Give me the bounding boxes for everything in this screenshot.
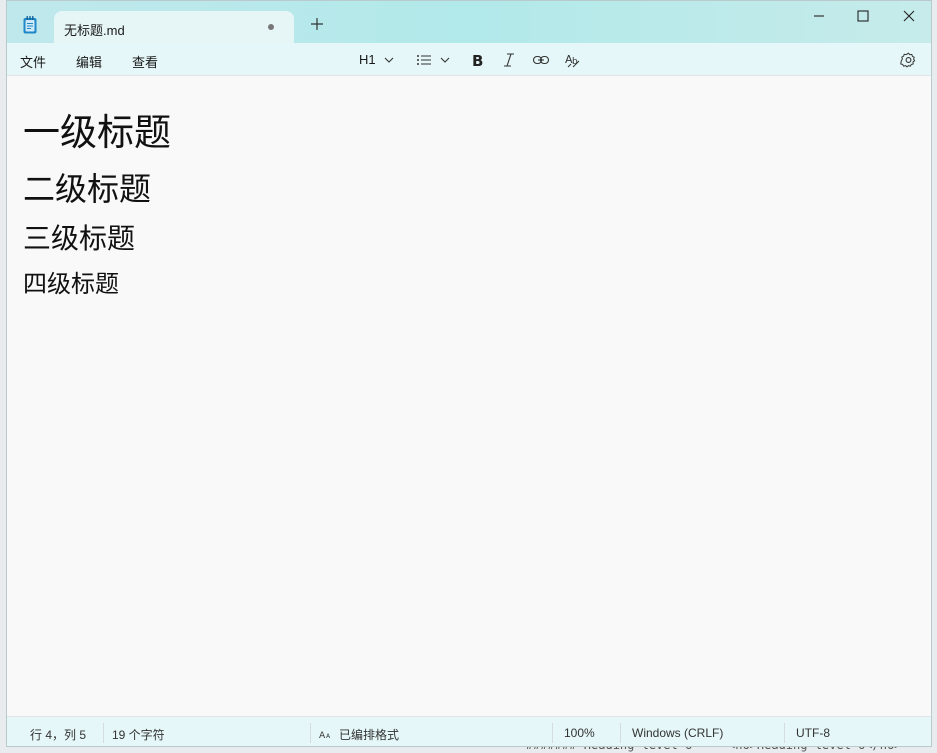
status-divider xyxy=(310,723,311,743)
notepad-app-icon xyxy=(23,16,37,34)
svg-text:A: A xyxy=(326,733,331,739)
notepad-window: 无标题.md 文件 编辑 查看 H1 B A b 一级标题 二级标题 三级标题 … xyxy=(6,0,932,747)
formatting-mode-toggle[interactable]: 已编排格式 xyxy=(339,726,399,743)
status-divider xyxy=(620,723,621,743)
settings-gear-icon[interactable] xyxy=(900,51,917,69)
encoding[interactable]: UTF-8 xyxy=(796,726,830,740)
italic-icon[interactable] xyxy=(501,51,517,69)
bold-icon[interactable]: B xyxy=(469,51,485,69)
svg-text:B: B xyxy=(472,52,483,69)
editor-area[interactable]: 一级标题 二级标题 三级标题 四级标题 xyxy=(7,76,931,716)
list-chevron-down-icon[interactable] xyxy=(439,51,451,69)
heading-level-4[interactable]: 四级标题 xyxy=(23,264,119,299)
menu-bar: 文件 编辑 查看 H1 B A b xyxy=(7,43,931,76)
title-bar: 无标题.md xyxy=(7,1,931,43)
close-icon[interactable] xyxy=(899,8,919,24)
heading-level-1[interactable]: 一级标题 xyxy=(23,102,171,156)
cursor-position: 行 4，列 5 xyxy=(30,728,87,742)
bulleted-list-icon[interactable] xyxy=(415,51,433,69)
minimize-icon[interactable] xyxy=(809,8,829,24)
svg-text:A: A xyxy=(319,731,326,739)
formatting-icon: A A xyxy=(319,731,331,739)
status-bar: 行 4，列 5 19 个字符 A A 已编排格式 100% Windows (C… xyxy=(7,716,931,746)
status-divider xyxy=(552,723,553,743)
status-divider xyxy=(784,723,785,743)
tab-title: 无标题.md xyxy=(64,23,125,38)
menu-file[interactable]: 文件 xyxy=(20,52,46,71)
heading-level-3[interactable]: 三级标题 xyxy=(23,217,135,257)
zoom-level[interactable]: 100% xyxy=(564,726,595,740)
line-ending[interactable]: Windows (CRLF) xyxy=(632,726,723,740)
unsaved-indicator-icon[interactable] xyxy=(268,24,274,30)
heading-level-2[interactable]: 二级标题 xyxy=(23,164,151,210)
maximize-icon[interactable] xyxy=(853,8,873,24)
menu-edit[interactable]: 编辑 xyxy=(76,52,102,71)
character-count: 19 个字符 xyxy=(112,728,165,742)
tab-untitled[interactable]: 无标题.md xyxy=(54,11,294,43)
heading-level-dropdown[interactable]: H1 xyxy=(359,52,376,67)
new-tab-plus-icon[interactable] xyxy=(309,16,325,32)
link-icon[interactable] xyxy=(532,51,550,69)
menu-view[interactable]: 查看 xyxy=(132,52,158,71)
spell-check-icon[interactable]: A b xyxy=(564,51,582,69)
heading-chevron-down-icon[interactable] xyxy=(383,51,395,69)
status-divider xyxy=(103,723,104,743)
